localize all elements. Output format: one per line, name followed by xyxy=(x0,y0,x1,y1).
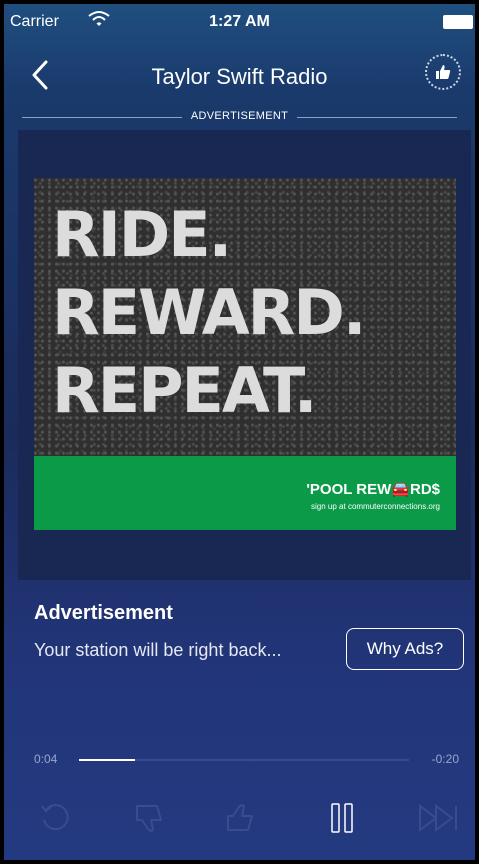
phone-screen: Carrier 1:27 AM Taylor Swift Radio ADVER… xyxy=(4,4,475,860)
ad-subtitle: Your station will be right back... xyxy=(34,640,282,660)
ad-banner-image[interactable]: RIDE. REWARD. REPEAT. 'POOL REW🚘RD$ sign… xyxy=(34,178,456,530)
page-title: Taylor Swift Radio xyxy=(151,64,328,89)
ad-headline: RIDE. REWARD. REPEAT. xyxy=(52,196,366,430)
why-ads-button[interactable]: Why Ads? xyxy=(346,628,464,670)
status-time: 1:27 AM xyxy=(209,13,270,30)
battery-icon xyxy=(443,15,473,29)
thumbs-down-icon[interactable] xyxy=(129,798,169,838)
ad-title: Advertisement xyxy=(34,602,173,624)
status-bar: Carrier 1:27 AM xyxy=(4,4,475,42)
pause-icon[interactable] xyxy=(322,798,362,838)
skip-icon[interactable] xyxy=(416,798,464,838)
ad-headline-line: REPEAT. xyxy=(52,354,318,427)
playback-controls xyxy=(4,790,475,850)
replay-icon[interactable] xyxy=(36,798,76,838)
ad-headline-line: RIDE. xyxy=(52,198,232,271)
thumbs-up-button[interactable] xyxy=(425,54,461,90)
thumbs-up-icon[interactable] xyxy=(220,798,260,838)
ad-headline-line: REWARD. xyxy=(52,276,366,349)
ad-green-band: 'POOL REW🚘RD$ sign up at commuterconnect… xyxy=(34,456,456,530)
ad-label-row: ADVERTISEMENT xyxy=(22,108,457,126)
nav-bar: Taylor Swift Radio xyxy=(4,50,475,100)
divider-right xyxy=(297,117,457,118)
thumbs-up-icon xyxy=(436,65,451,79)
ad-brand: 'POOL REW🚘RD$ xyxy=(306,481,440,498)
ad-area: RIDE. REWARD. REPEAT. 'POOL REW🚘RD$ sign… xyxy=(18,130,471,580)
progress-row: 0:04 -0:20 xyxy=(4,748,475,772)
remaining-time: -0:20 xyxy=(431,752,459,766)
elapsed-time: 0:04 xyxy=(34,752,58,766)
advertisement-label: ADVERTISEMENT xyxy=(190,110,289,122)
ad-tagline: sign up at commuterconnections.org xyxy=(311,502,440,511)
progress-track[interactable] xyxy=(79,759,409,761)
progress-fill xyxy=(79,759,136,761)
